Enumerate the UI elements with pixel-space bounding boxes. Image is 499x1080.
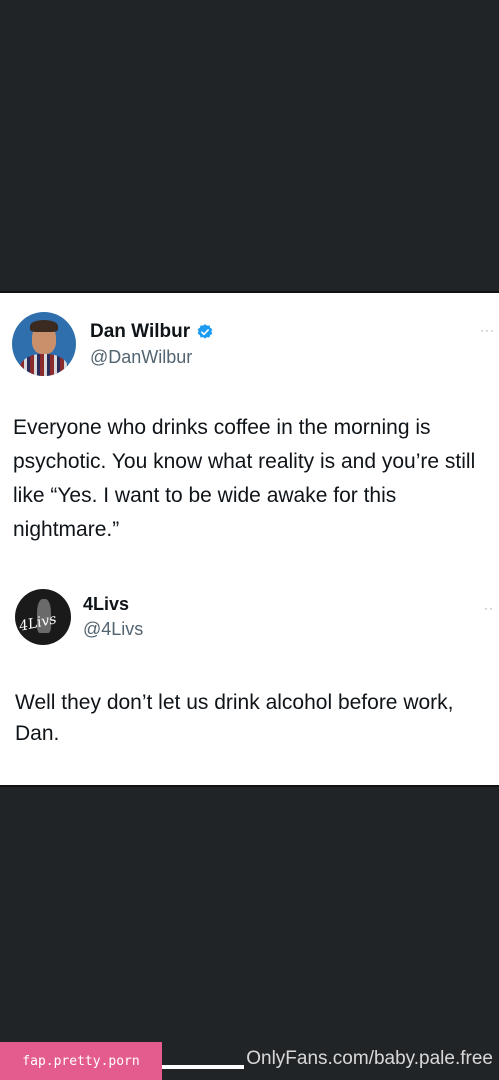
tweet-author-block: Dan Wilbur @DanWilbur bbox=[90, 321, 214, 368]
watermark-text: OnlyFans.com/baby.pale.free bbox=[246, 1048, 493, 1069]
verified-badge-icon bbox=[197, 323, 213, 339]
reply-author-handle[interactable]: @4Livs bbox=[83, 619, 143, 640]
reply-author-block: 4Livs @4Livs bbox=[83, 594, 143, 640]
tweet-text: Everyone who drinks coffee in the mornin… bbox=[13, 416, 476, 541]
tweet-author-name[interactable]: Dan Wilbur bbox=[90, 321, 190, 343]
ellipsis-icon[interactable]: ·· bbox=[484, 601, 494, 615]
4livs-avatar[interactable]: 4Livs bbox=[15, 589, 71, 645]
tweet-header: Dan Wilbur @DanWilbur bbox=[12, 312, 214, 376]
site-badge[interactable]: fap.pretty.porn bbox=[0, 1042, 162, 1080]
tweet-author-handle[interactable]: @DanWilbur bbox=[90, 347, 214, 368]
avatar-shirt bbox=[20, 354, 68, 376]
avatar-hair bbox=[30, 320, 58, 332]
reply-text: Well they don’t let us drink alcohol bef… bbox=[15, 691, 454, 745]
footer-divider bbox=[162, 1065, 244, 1069]
dan-wilbur-avatar[interactable] bbox=[12, 312, 76, 376]
ellipsis-icon[interactable]: ··· bbox=[480, 323, 495, 337]
tweet-screenshot-card: Dan Wilbur @DanWilbur ··· Everyone who d… bbox=[0, 291, 499, 787]
reply-author-name[interactable]: 4Livs bbox=[83, 594, 129, 615]
reply-header: 4Livs 4Livs @4Livs bbox=[15, 589, 143, 645]
